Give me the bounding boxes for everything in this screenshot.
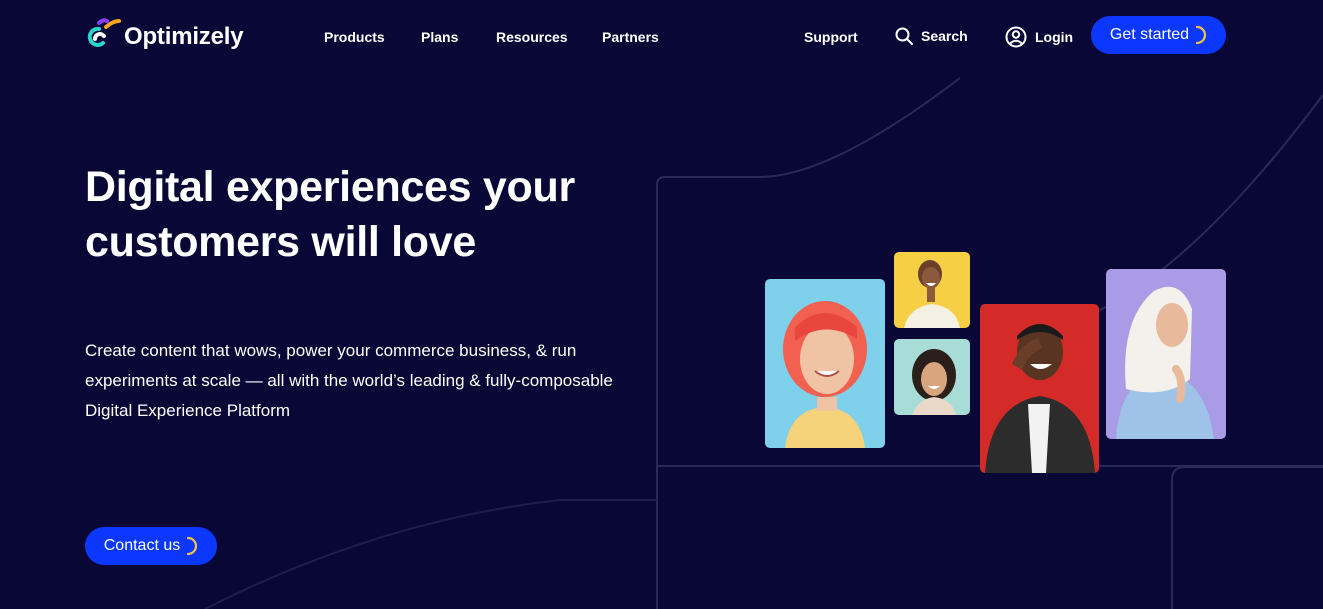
nav-resources[interactable]: Resources — [496, 28, 568, 46]
nav-partners[interactable]: Partners — [602, 28, 659, 46]
hero-description: Create content that wows, power your com… — [85, 336, 645, 426]
nav-support[interactable]: Support — [804, 28, 858, 46]
customer-photo-lavender — [1106, 269, 1226, 439]
hero-title-line-1: Digital experiences your — [85, 163, 575, 211]
hero-title-line-2: customers will love — [85, 218, 477, 266]
customer-photo-yellow — [894, 252, 970, 328]
customer-photo-red — [980, 304, 1099, 473]
nav-plans[interactable]: Plans — [421, 28, 458, 46]
optimizely-logo-icon — [87, 18, 121, 47]
brand-logo[interactable]: Optimizely — [85, 17, 244, 57]
loading-arc-icon — [1195, 25, 1207, 45]
site-header: Optimizely Products Plans Resources Part… — [0, 0, 1323, 72]
hero-description-line-2: experiments at scale — all with the worl… — [85, 371, 613, 390]
login-label: Login — [1035, 29, 1074, 45]
hero-description-line-3: Digital Experience Platform — [85, 401, 291, 420]
hero-title: Digital experiences your customers will … — [85, 160, 645, 270]
loading-arc-icon — [187, 536, 198, 556]
get-started-label: Get started — [1109, 26, 1190, 43]
brand-name: Optimizely — [124, 23, 244, 50]
customer-photo-pink-hair — [765, 279, 885, 448]
search-label: Search — [921, 28, 968, 44]
contact-us-label: Contact us — [103, 537, 181, 554]
user-circle-icon — [1005, 26, 1027, 48]
search-button[interactable]: Search — [895, 27, 968, 45]
get-started-button[interactable]: Get started — [1091, 16, 1226, 54]
search-icon — [895, 27, 913, 45]
hero-description-line-1: Create content that wows, power your com… — [85, 341, 577, 360]
login-button[interactable]: Login — [1005, 26, 1073, 48]
nav-products[interactable]: Products — [324, 28, 385, 46]
customer-photo-teal — [894, 339, 970, 415]
contact-us-button[interactable]: Contact us — [85, 527, 217, 565]
